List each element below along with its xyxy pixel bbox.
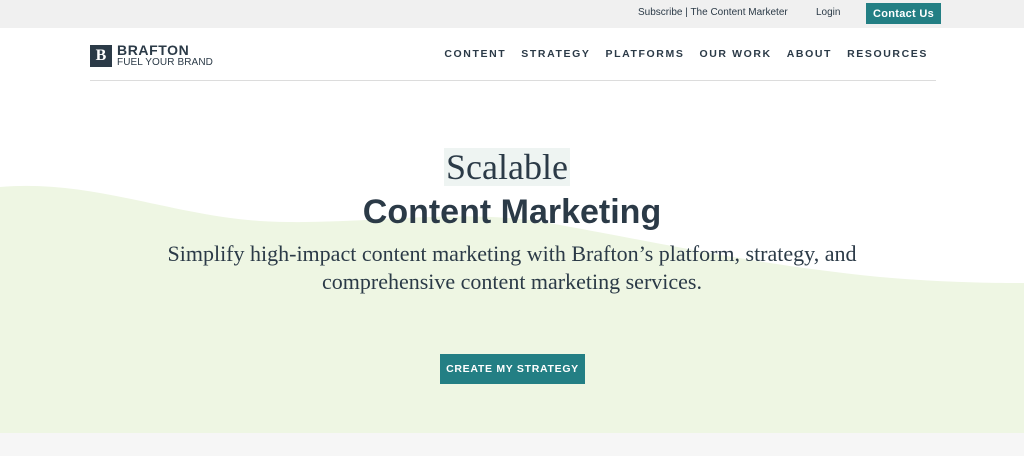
logo-text: BRAFTON FUEL YOUR BRAND — [117, 43, 213, 68]
subscribe-link[interactable]: Subscribe | The Content Marketer — [638, 7, 788, 18]
header-divider — [90, 80, 936, 81]
nav-item-content[interactable]: CONTENT — [444, 48, 506, 60]
nav-item-about[interactable]: ABOUT — [787, 48, 832, 60]
brafton-logo[interactable]: B BRAFTON FUEL YOUR BRAND — [90, 43, 213, 68]
hero-title-content-marketing: Content Marketing — [362, 193, 662, 231]
login-link[interactable]: Login — [816, 7, 840, 18]
main-nav: CONTENT STRATEGY PLATFORMS OUR WORK ABOU… — [429, 48, 928, 60]
hero-footer-band — [0, 433, 1024, 456]
logo-name: BRAFTON — [117, 42, 190, 58]
logo-tagline: FUEL YOUR BRAND — [117, 57, 213, 68]
hero-title-scalable: Scalable — [444, 147, 570, 187]
logo-mark-icon: B — [90, 44, 112, 67]
contact-us-button[interactable]: Contact Us — [866, 3, 941, 24]
nav-item-our-work[interactable]: OUR WORK — [699, 48, 771, 60]
site-header: B BRAFTON FUEL YOUR BRAND CONTENT STRATE… — [0, 28, 1024, 81]
nav-item-strategy[interactable]: STRATEGY — [521, 48, 590, 60]
hero-subtitle: Simplify high-impact content marketing w… — [167, 241, 857, 294]
nav-item-platforms[interactable]: PLATFORMS — [605, 48, 684, 60]
create-my-strategy-button[interactable]: CREATE MY STRATEGY — [440, 354, 585, 384]
utility-bar: Subscribe | The Content Marketer Login C… — [0, 0, 1024, 28]
nav-item-resources[interactable]: RESOURCES — [847, 48, 928, 60]
